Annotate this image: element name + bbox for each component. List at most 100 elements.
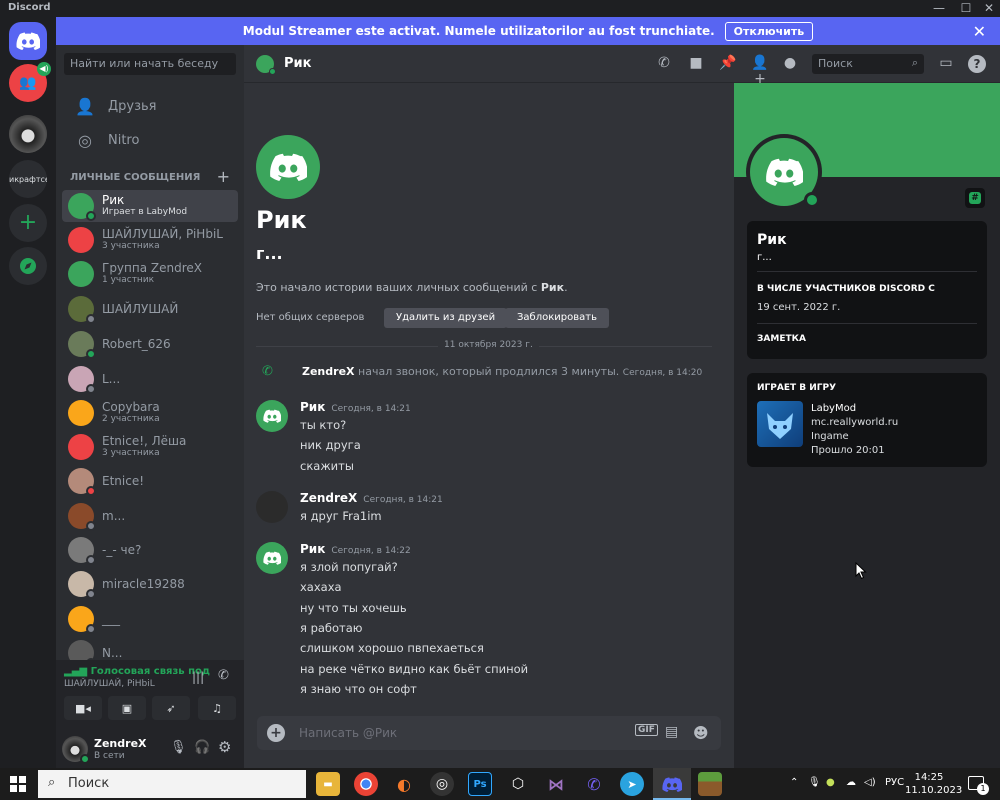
dm-item[interactable]: ___ xyxy=(62,603,238,635)
photoshop-icon[interactable]: Ps xyxy=(468,772,492,796)
message-input[interactable]: Написать @Рик xyxy=(299,726,397,740)
message-timestamp: Сегодня, в 14:22 xyxy=(331,546,411,556)
discord-logo-icon xyxy=(16,32,40,50)
message-author[interactable]: ZendreX Сегодня, в 14:21 xyxy=(300,491,443,505)
message-avatar[interactable] xyxy=(256,542,288,574)
message-avatar[interactable] xyxy=(256,400,288,432)
server-icon[interactable]: икрафтсерв xyxy=(9,160,47,198)
message-avatar[interactable] xyxy=(256,491,288,523)
find-conversation-input[interactable]: Найти или начать беседу xyxy=(64,53,236,75)
message-author[interactable]: Рик Сегодня, в 14:21 xyxy=(300,400,411,414)
remove-friend-button[interactable]: Удалить из друзей xyxy=(384,308,508,328)
dm-avatar xyxy=(68,468,96,496)
noise-suppression-icon[interactable]: ||| xyxy=(192,670,204,684)
user-avatar-server[interactable] xyxy=(9,115,47,153)
dm-item[interactable]: Рик Играет в LabyMod xyxy=(62,190,238,222)
add-friends-icon[interactable]: 👤+ xyxy=(750,55,770,87)
message-composer[interactable]: + Написать @Рик GIF ▤ ☻ xyxy=(257,716,721,750)
voice-panel: ▂▄▆ Голосовая связь под ШАЙЛУШАЙ, PiHbiL… xyxy=(56,660,244,730)
hashtag-badge-icon[interactable]: # xyxy=(965,188,985,208)
explore-button[interactable] xyxy=(9,247,47,285)
streamer-mode-banner: Modul Streamer este activat. Numele util… xyxy=(56,17,1000,45)
minecraft-icon[interactable] xyxy=(698,772,722,796)
discord-taskbar-icon[interactable] xyxy=(660,772,684,796)
blender-icon[interactable]: ◐ xyxy=(392,772,416,796)
profile-info-card: Рик г... В ЧИСЛЕ УЧАСТНИКОВ DISCORD С 19… xyxy=(747,221,987,359)
obs-icon[interactable]: ◎ xyxy=(430,772,454,796)
screen-share-button[interactable]: ▣ xyxy=(108,696,146,720)
dm-item[interactable]: Robert_626 xyxy=(62,328,238,360)
settings-gear-icon[interactable]: ⚙ xyxy=(218,738,231,756)
mic-icon[interactable]: 🎙 xyxy=(170,740,187,755)
viber-icon[interactable]: ✆ xyxy=(582,772,606,796)
close-banner-icon[interactable]: ✕ xyxy=(973,22,986,41)
user-avatar[interactable] xyxy=(62,736,90,764)
activities-button[interactable]: ➶ xyxy=(152,696,190,720)
status-dot-icon xyxy=(86,555,96,565)
sticker-icon[interactable]: ▤ xyxy=(665,724,678,740)
tray-language[interactable]: РУС xyxy=(885,777,904,788)
disable-streamer-button[interactable]: Отключить xyxy=(724,21,814,41)
windows-start-icon[interactable] xyxy=(10,776,26,792)
profile-avatar[interactable] xyxy=(746,134,822,210)
inbox-icon[interactable]: ▭ xyxy=(936,55,956,73)
message-author[interactable]: Рик Сегодня, в 14:22 xyxy=(300,542,411,556)
tray-expand-icon[interactable]: ⌃ xyxy=(790,777,798,788)
minimize-button[interactable]: — xyxy=(928,0,950,17)
tray-network-icon[interactable]: ☁ xyxy=(846,777,856,788)
camera-button[interactable]: ■◂ xyxy=(64,696,102,720)
tray-mic-icon[interactable]: 🎙 xyxy=(808,777,821,788)
dm-item[interactable]: m... xyxy=(62,500,238,532)
file-explorer-icon[interactable]: ▬ xyxy=(316,772,340,796)
create-dm-icon[interactable]: + xyxy=(217,167,230,186)
dm-item[interactable]: ШАЙЛУШАЙ xyxy=(62,293,238,325)
header-search-input[interactable]: Поиск ⌕ xyxy=(812,54,924,74)
block-button[interactable]: Заблокировать xyxy=(505,308,609,328)
attach-plus-icon[interactable]: + xyxy=(267,724,285,742)
status-dot-icon xyxy=(86,589,96,599)
discord-logo-icon xyxy=(270,153,307,181)
maximize-button[interactable]: ☐ xyxy=(955,0,977,17)
tray-volume-icon[interactable]: ◁) xyxy=(864,777,876,788)
visual-studio-icon[interactable]: ⋈ xyxy=(544,772,568,796)
soundboard-button[interactable]: ♫ xyxy=(198,696,236,720)
video-call-icon[interactable]: ■ xyxy=(686,55,706,73)
status-dot-icon xyxy=(86,211,96,221)
notifications-icon[interactable]: 1 xyxy=(968,776,989,795)
dm-item[interactable]: miracle19288 xyxy=(62,568,238,600)
add-server-button[interactable]: + xyxy=(9,204,47,242)
help-icon[interactable]: ? xyxy=(968,55,986,73)
intro-avatar xyxy=(256,135,320,199)
gif-button[interactable]: GIF xyxy=(635,724,658,736)
user-profile-icon[interactable]: ● xyxy=(780,55,800,73)
tray-clock[interactable]: 14:25 11.10.2023 xyxy=(905,771,962,797)
date-divider-label: 11 октября 2023 г. xyxy=(438,340,539,350)
close-window-button[interactable]: ✕ xyxy=(978,0,1000,17)
disconnect-icon[interactable]: ✆ xyxy=(218,668,229,683)
telegram-icon[interactable]: ➤ xyxy=(620,772,644,796)
dm-item[interactable]: Etnice! xyxy=(62,465,238,497)
unity-icon[interactable]: ⬡ xyxy=(506,772,530,796)
dm-avatar xyxy=(68,296,96,324)
dm-item[interactable]: L... xyxy=(62,363,238,395)
pinned-icon[interactable]: 📌 xyxy=(718,55,738,73)
nav-nitro[interactable]: ◎ Nitro xyxy=(64,124,236,156)
dm-item[interactable]: ШАЙЛУШАЙ, PiHbiL 3 участника xyxy=(62,224,238,256)
nav-friends[interactable]: 👤 Друзья xyxy=(64,90,236,122)
dm-item[interactable]: Etnice!, Лёша 3 участника xyxy=(62,431,238,463)
voice-call-icon[interactable]: ✆ xyxy=(654,55,674,73)
group-dm-icon[interactable]: 👥 ◀) xyxy=(9,62,51,102)
chrome-icon[interactable] xyxy=(354,772,378,796)
dm-item[interactable]: Группа ZendreX 1 участник xyxy=(62,258,238,290)
dm-item[interactable]: -_- че? xyxy=(62,534,238,566)
emoji-icon[interactable]: ☻ xyxy=(693,724,709,742)
dm-item[interactable]: Copybara 2 участника xyxy=(62,397,238,429)
dm-name: L... xyxy=(102,371,121,386)
activity-card: ИГРАЕТ В ИГРУ LabyMod mc.reallyworld.ru … xyxy=(747,373,987,467)
voice-channel[interactable]: ШАЙЛУШАЙ, PiHbiL xyxy=(64,679,155,689)
tray-app-icon[interactable]: ● xyxy=(826,777,835,788)
home-button[interactable] xyxy=(9,22,47,60)
headphones-icon[interactable]: 🎧 xyxy=(194,740,210,755)
taskbar-search[interactable]: ⌕ Поиск xyxy=(38,770,306,798)
note-label[interactable]: ЗАМЕТКА xyxy=(757,334,806,344)
